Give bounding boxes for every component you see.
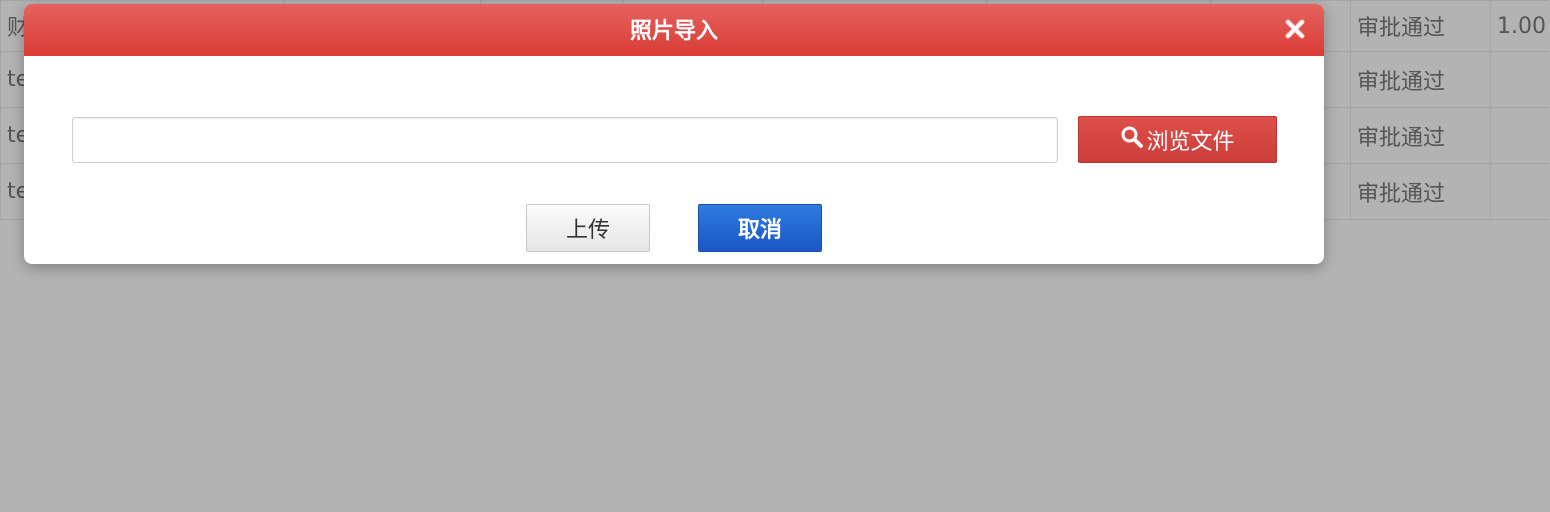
value-cell: 1.00 — [1490, 0, 1550, 52]
dialog-header: 照片导入 — [24, 4, 1324, 56]
dialog-title: 照片导入 — [629, 19, 718, 44]
search-icon — [1121, 126, 1144, 148]
close-icon[interactable] — [1284, 18, 1306, 40]
value-cell — [1490, 107, 1550, 164]
value-cell — [1490, 51, 1550, 108]
cancel-button[interactable]: 取消 — [698, 204, 822, 252]
cancel-label: 取消 — [737, 218, 782, 243]
browse-file-label: 浏览文件 — [1146, 129, 1235, 155]
file-path-input[interactable] — [72, 117, 1058, 163]
status-cell: 审批通过 — [1350, 0, 1491, 52]
browse-file-button[interactable]: 浏览文件 — [1078, 116, 1277, 163]
upload-label: 上传 — [565, 218, 610, 243]
photo-import-dialog: 照片导入 浏览文件 上传 取消 — [24, 4, 1324, 264]
status-cell: 审批通过 — [1350, 107, 1491, 164]
upload-button[interactable]: 上传 — [526, 204, 650, 252]
value-cell — [1490, 163, 1550, 220]
status-cell: 审批通过 — [1350, 163, 1491, 220]
status-cell: 审批通过 — [1350, 51, 1491, 108]
